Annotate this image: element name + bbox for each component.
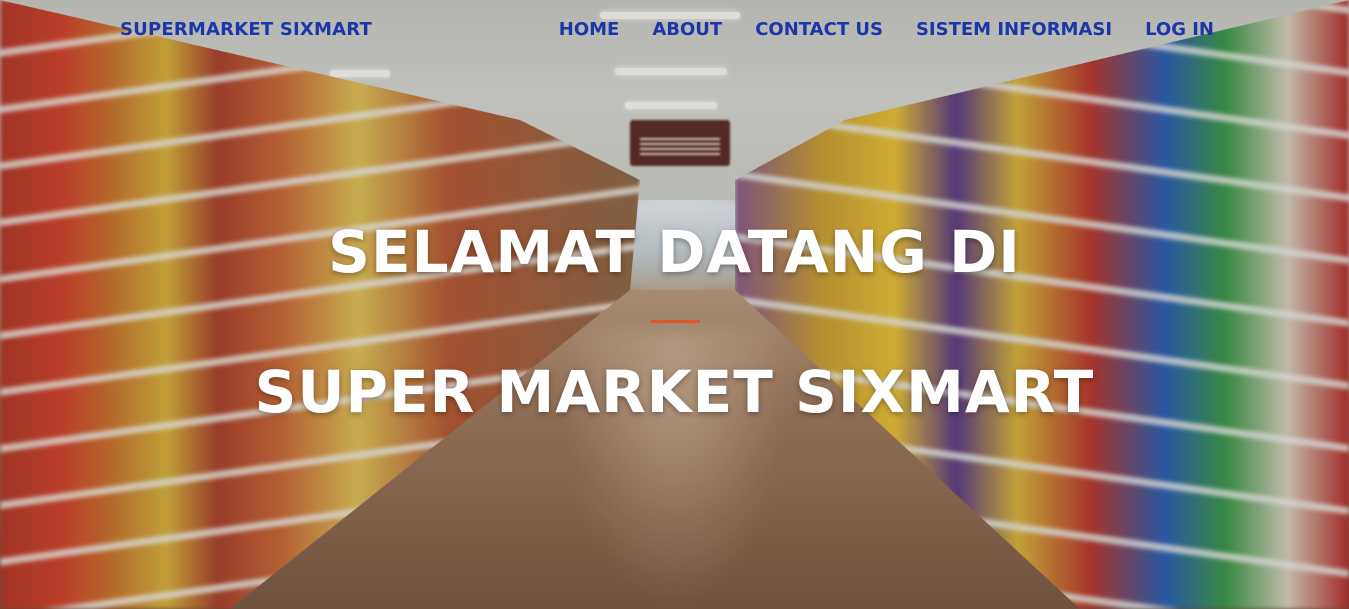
hero-background-image — [0, 0, 1349, 609]
hero-divider — [650, 320, 700, 323]
hero-title-line2: SUPER MARKET SIXMART — [254, 358, 1095, 426]
hero-title-line1: SELAMAT DATANG DI — [328, 218, 1021, 286]
nav-contact-us[interactable]: CONTACT US — [755, 19, 883, 40]
nav-log-in[interactable]: LOG IN — [1145, 19, 1214, 40]
nav-home[interactable]: HOME — [559, 19, 620, 40]
nav-menu: HOME ABOUT CONTACT US SISTEM INFORMASI L… — [559, 19, 1214, 40]
hero-overlay — [0, 0, 1349, 609]
nav-about[interactable]: ABOUT — [652, 19, 722, 40]
navbar: SUPERMARKET SIXMART HOME ABOUT CONTACT U… — [0, 0, 1349, 62]
brand-link[interactable]: SUPERMARKET SIXMART — [120, 19, 372, 40]
nav-sistem-informasi[interactable]: SISTEM INFORMASI — [916, 19, 1112, 40]
